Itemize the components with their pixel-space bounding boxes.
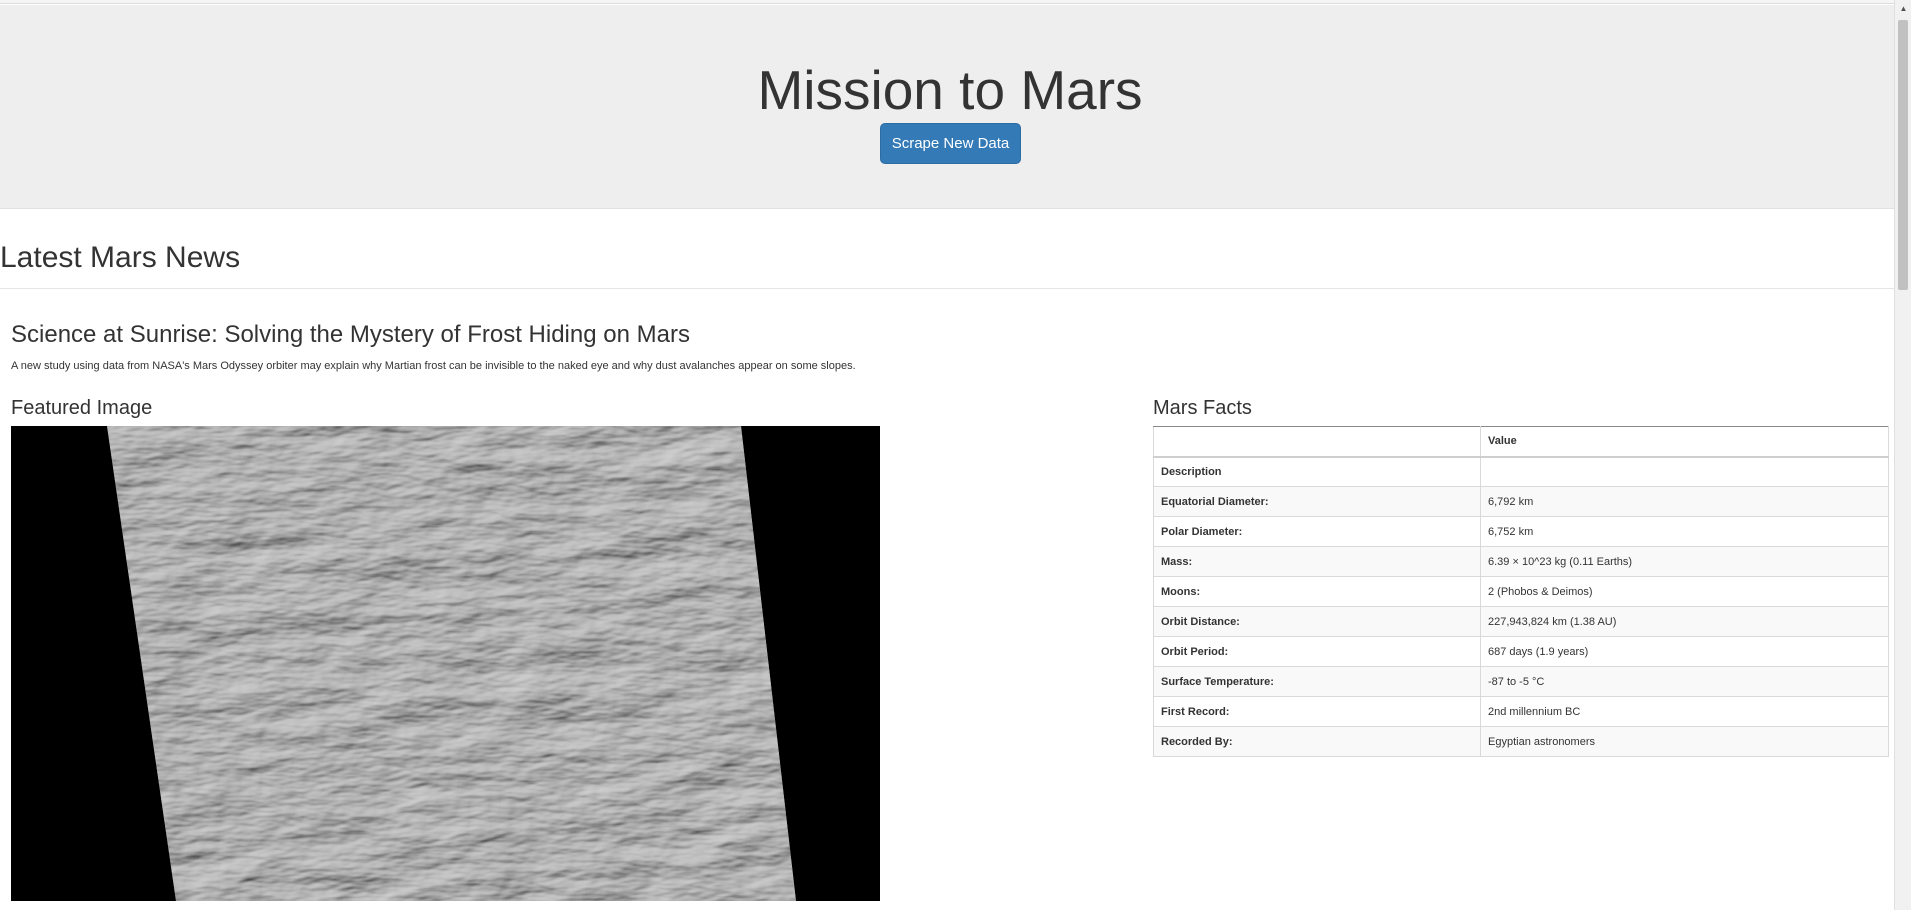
fact-key: Moons: (1153, 576, 1481, 607)
news-teaser: A new study using data from NASA's Mars … (11, 360, 856, 372)
fact-value: 6,792 km (1480, 486, 1889, 517)
fact-key: Equatorial Diameter: (1153, 486, 1481, 517)
divider (0, 288, 1894, 289)
fact-key: Orbit Period: (1153, 636, 1481, 667)
fact-value: 687 days (1.9 years) (1480, 636, 1889, 667)
featured-image (11, 426, 880, 901)
table-row: Recorded By: Egyptian astronomers (1153, 726, 1889, 757)
table-header-cell (1153, 426, 1481, 458)
fact-key: First Record: (1153, 696, 1481, 727)
mars-facts-heading: Mars Facts (1153, 397, 1252, 419)
featured-image-heading: Featured Image (11, 397, 153, 419)
jumbotron: Mission to Mars Scrape New Data (0, 5, 1894, 209)
table-row: Mass: 6.39 × 10^23 kg (0.11 Earths) (1153, 546, 1889, 577)
table-row: Polar Diameter: 6,752 km (1153, 516, 1889, 547)
table-cell (1480, 456, 1889, 487)
fact-key: Recorded By: (1153, 726, 1481, 757)
fact-key: Polar Diameter: (1153, 516, 1481, 547)
news-headline: Science at Sunrise: Solving the Mystery … (11, 321, 690, 348)
table-row: Description (1153, 456, 1889, 487)
mars-facts-table: Value Description Equatorial Diameter: 6… (1153, 426, 1889, 757)
table-header-cell: Value (1480, 426, 1889, 458)
table-row: Orbit Period: 687 days (1.9 years) (1153, 636, 1889, 667)
fact-value: Egyptian astronomers (1480, 726, 1889, 757)
fact-key: Mass: (1153, 546, 1481, 577)
page-title: Mission to Mars (757, 59, 1143, 121)
table-header-row: Value (1153, 426, 1889, 458)
table-row: Orbit Distance: 227,943,824 km (1.38 AU) (1153, 606, 1889, 637)
table-row: Equatorial Diameter: 6,792 km (1153, 486, 1889, 517)
vertical-scrollbar[interactable]: ▲ (1894, 0, 1911, 910)
scroll-up-arrow-icon[interactable]: ▲ (1895, 0, 1911, 17)
mars-dunes-image (11, 426, 880, 901)
fact-value: 2nd millennium BC (1480, 696, 1889, 727)
fact-value: -87 to -5 °C (1480, 666, 1889, 697)
scrape-new-data-button[interactable]: Scrape New Data (880, 123, 1021, 164)
scrollbar-thumb[interactable] (1898, 20, 1908, 290)
top-edge (0, 0, 1894, 4)
fact-value: 6,752 km (1480, 516, 1889, 547)
fact-value: 6.39 × 10^23 kg (0.11 Earths) (1480, 546, 1889, 577)
page: Mission to Mars Scrape New Data Latest M… (0, 0, 1911, 910)
table-row: Moons: 2 (Phobos & Deimos) (1153, 576, 1889, 607)
latest-news-heading: Latest Mars News (0, 241, 241, 274)
table-row: Surface Temperature: -87 to -5 °C (1153, 666, 1889, 697)
description-label: Description (1153, 456, 1481, 487)
fact-key: Surface Temperature: (1153, 666, 1481, 697)
fact-value: 227,943,824 km (1.38 AU) (1480, 606, 1889, 637)
table-row: First Record: 2nd millennium BC (1153, 696, 1889, 727)
fact-value: 2 (Phobos & Deimos) (1480, 576, 1889, 607)
fact-key: Orbit Distance: (1153, 606, 1481, 637)
